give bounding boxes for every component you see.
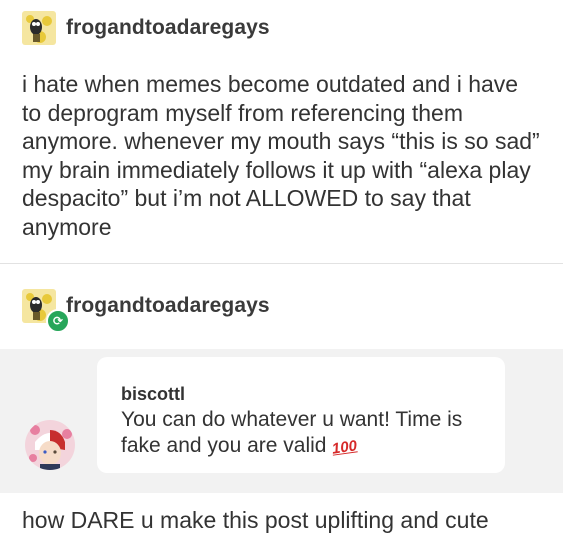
reply-message: You can do whatever u want! Time is fake… [121, 408, 463, 457]
post-header: frogandtoadaregays [22, 11, 270, 45]
post-body-text: i hate when memes become outdated and i … [22, 71, 540, 240]
reply-text: You can do whatever u want! Time is fake… [121, 407, 501, 461]
divider [0, 263, 563, 264]
reblog-author[interactable]: frogandtoadaregays [66, 294, 270, 318]
frog-toad-avatar-icon[interactable] [22, 11, 56, 45]
reply-bubble: biscottl You can do whatever u want! Tim… [97, 357, 505, 473]
post-author[interactable]: frogandtoadaregays [66, 16, 270, 40]
reblog-comment: how DARE u make this post uplifting and … [22, 507, 489, 533]
hundred-emoji-icon: 100 [331, 437, 359, 458]
anime-avatar-icon[interactable] [25, 420, 75, 470]
reblog-header: ⟳ frogandtoadaregays [22, 289, 270, 333]
reply-username[interactable]: biscottl [121, 384, 185, 405]
reblog-icon: ⟳ [46, 309, 70, 333]
reply-section: biscottl You can do whatever u want! Tim… [0, 349, 563, 493]
